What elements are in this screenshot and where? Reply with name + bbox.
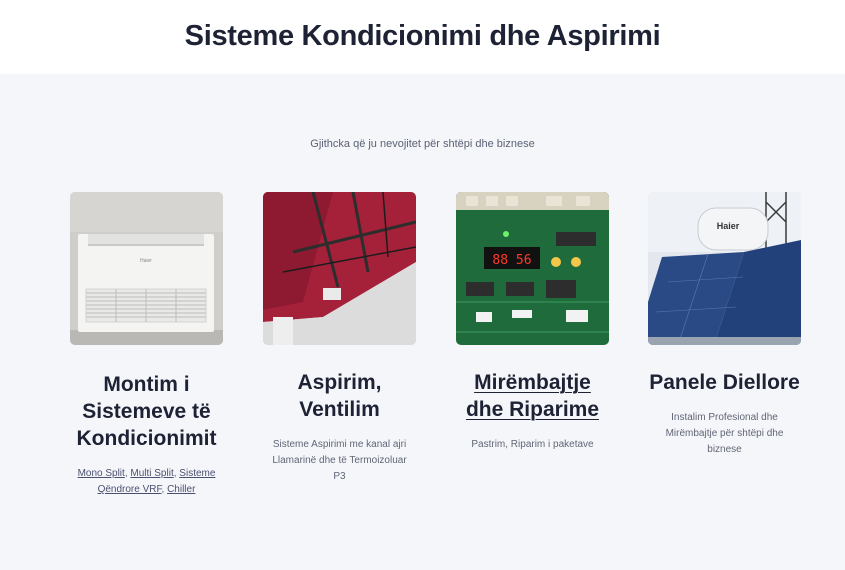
card-description: Sisteme Aspirimi me kanal ajri Llamarinë… (272, 439, 407, 482)
circuit-board-image[interactable]: 88 56 (456, 192, 609, 345)
card-title: Montim i Sistemeve të Kondicionimit (76, 373, 217, 450)
ac-unit-image[interactable]: Haier (70, 192, 223, 345)
services-section: Gjithcka që ju nevojitet për shtëpi dhe … (0, 74, 845, 570)
solar-panel-image[interactable]: Haier (648, 192, 801, 345)
section-subtitle: Gjithcka që ju nevojitet për shtëpi dhe … (310, 138, 535, 150)
card-title: Panele Diellore (649, 371, 800, 394)
heater-logo: Haier (717, 221, 740, 231)
svg-text:Haier: Haier (140, 258, 152, 264)
board-display: 88 56 (492, 253, 531, 268)
card-title: Aspirim, Ventilim (297, 371, 382, 421)
page-title: Sisteme Kondicionimi dhe Aspirimi (184, 19, 661, 52)
service-card-maintenance: 88 56 Mirëmbajtje dhe Riparime Pastrim, … (456, 192, 609, 453)
page-header: Sisteme Kondicionimi dhe Aspirimi (0, 0, 845, 74)
card-title-link[interactable]: Mirëmbajtje dhe Riparime (456, 369, 609, 423)
svg-text:88 56: 88 56 (492, 253, 531, 268)
service-card-ventilation: Aspirim, Ventilim Sisteme Aspirimi me ka… (263, 192, 416, 485)
card-links: Mono Split, Multi Split, Sisteme Qëndror… (77, 468, 216, 495)
svg-text:Haier: Haier (717, 221, 740, 231)
haier-logo: Haier (140, 258, 152, 264)
link-chiller[interactable]: Chiller (167, 484, 195, 495)
card-description: Pastrim, Riparim i paketave (471, 439, 594, 450)
link-mono-split[interactable]: Mono Split (78, 468, 125, 479)
service-card-ac-install: Haier Montim i Sistemeve të Kondicionimi… (70, 192, 223, 498)
ventilation-image[interactable] (263, 192, 416, 345)
card-description: Instalim Profesional dhe Mirëmbajtje për… (665, 412, 784, 455)
link-multi-split[interactable]: Multi Split (130, 468, 173, 479)
service-card-solar: Haier Panele Diellore Instalim Profesion… (648, 192, 801, 458)
